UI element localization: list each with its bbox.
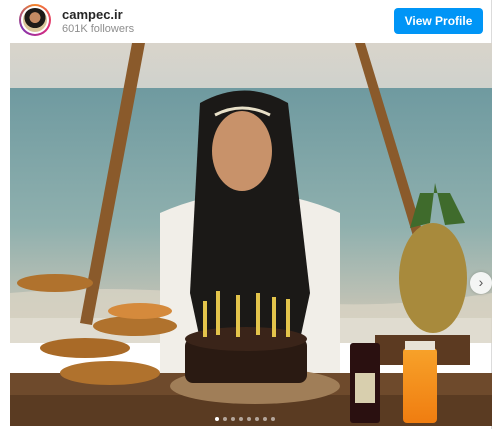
carousel-indicators: [200, 417, 290, 423]
view-profile-button[interactable]: View Profile: [394, 8, 483, 34]
avatar-frame: [21, 6, 49, 34]
follower-count: 601K followers: [62, 23, 135, 35]
instagram-embed: campec.ir 601K followers View Profile ›: [0, 0, 495, 429]
carousel-dot: [255, 417, 259, 421]
post-image[interactable]: ›: [10, 43, 492, 426]
avatar-image: [23, 8, 47, 32]
post-header: campec.ir 601K followers View Profile: [0, 0, 492, 42]
username[interactable]: campec.ir: [62, 7, 123, 22]
carousel-dot: [263, 417, 267, 421]
chevron-right-icon: ›: [478, 274, 484, 290]
carousel-dot: [239, 417, 243, 421]
carousel-dot: [231, 417, 235, 421]
carousel-dot: [247, 417, 251, 421]
carousel-dot: [223, 417, 227, 421]
carousel-dot: [215, 417, 219, 421]
carousel-next-button[interactable]: ›: [470, 272, 492, 294]
avatar[interactable]: [19, 4, 51, 36]
carousel-dot: [271, 417, 275, 421]
